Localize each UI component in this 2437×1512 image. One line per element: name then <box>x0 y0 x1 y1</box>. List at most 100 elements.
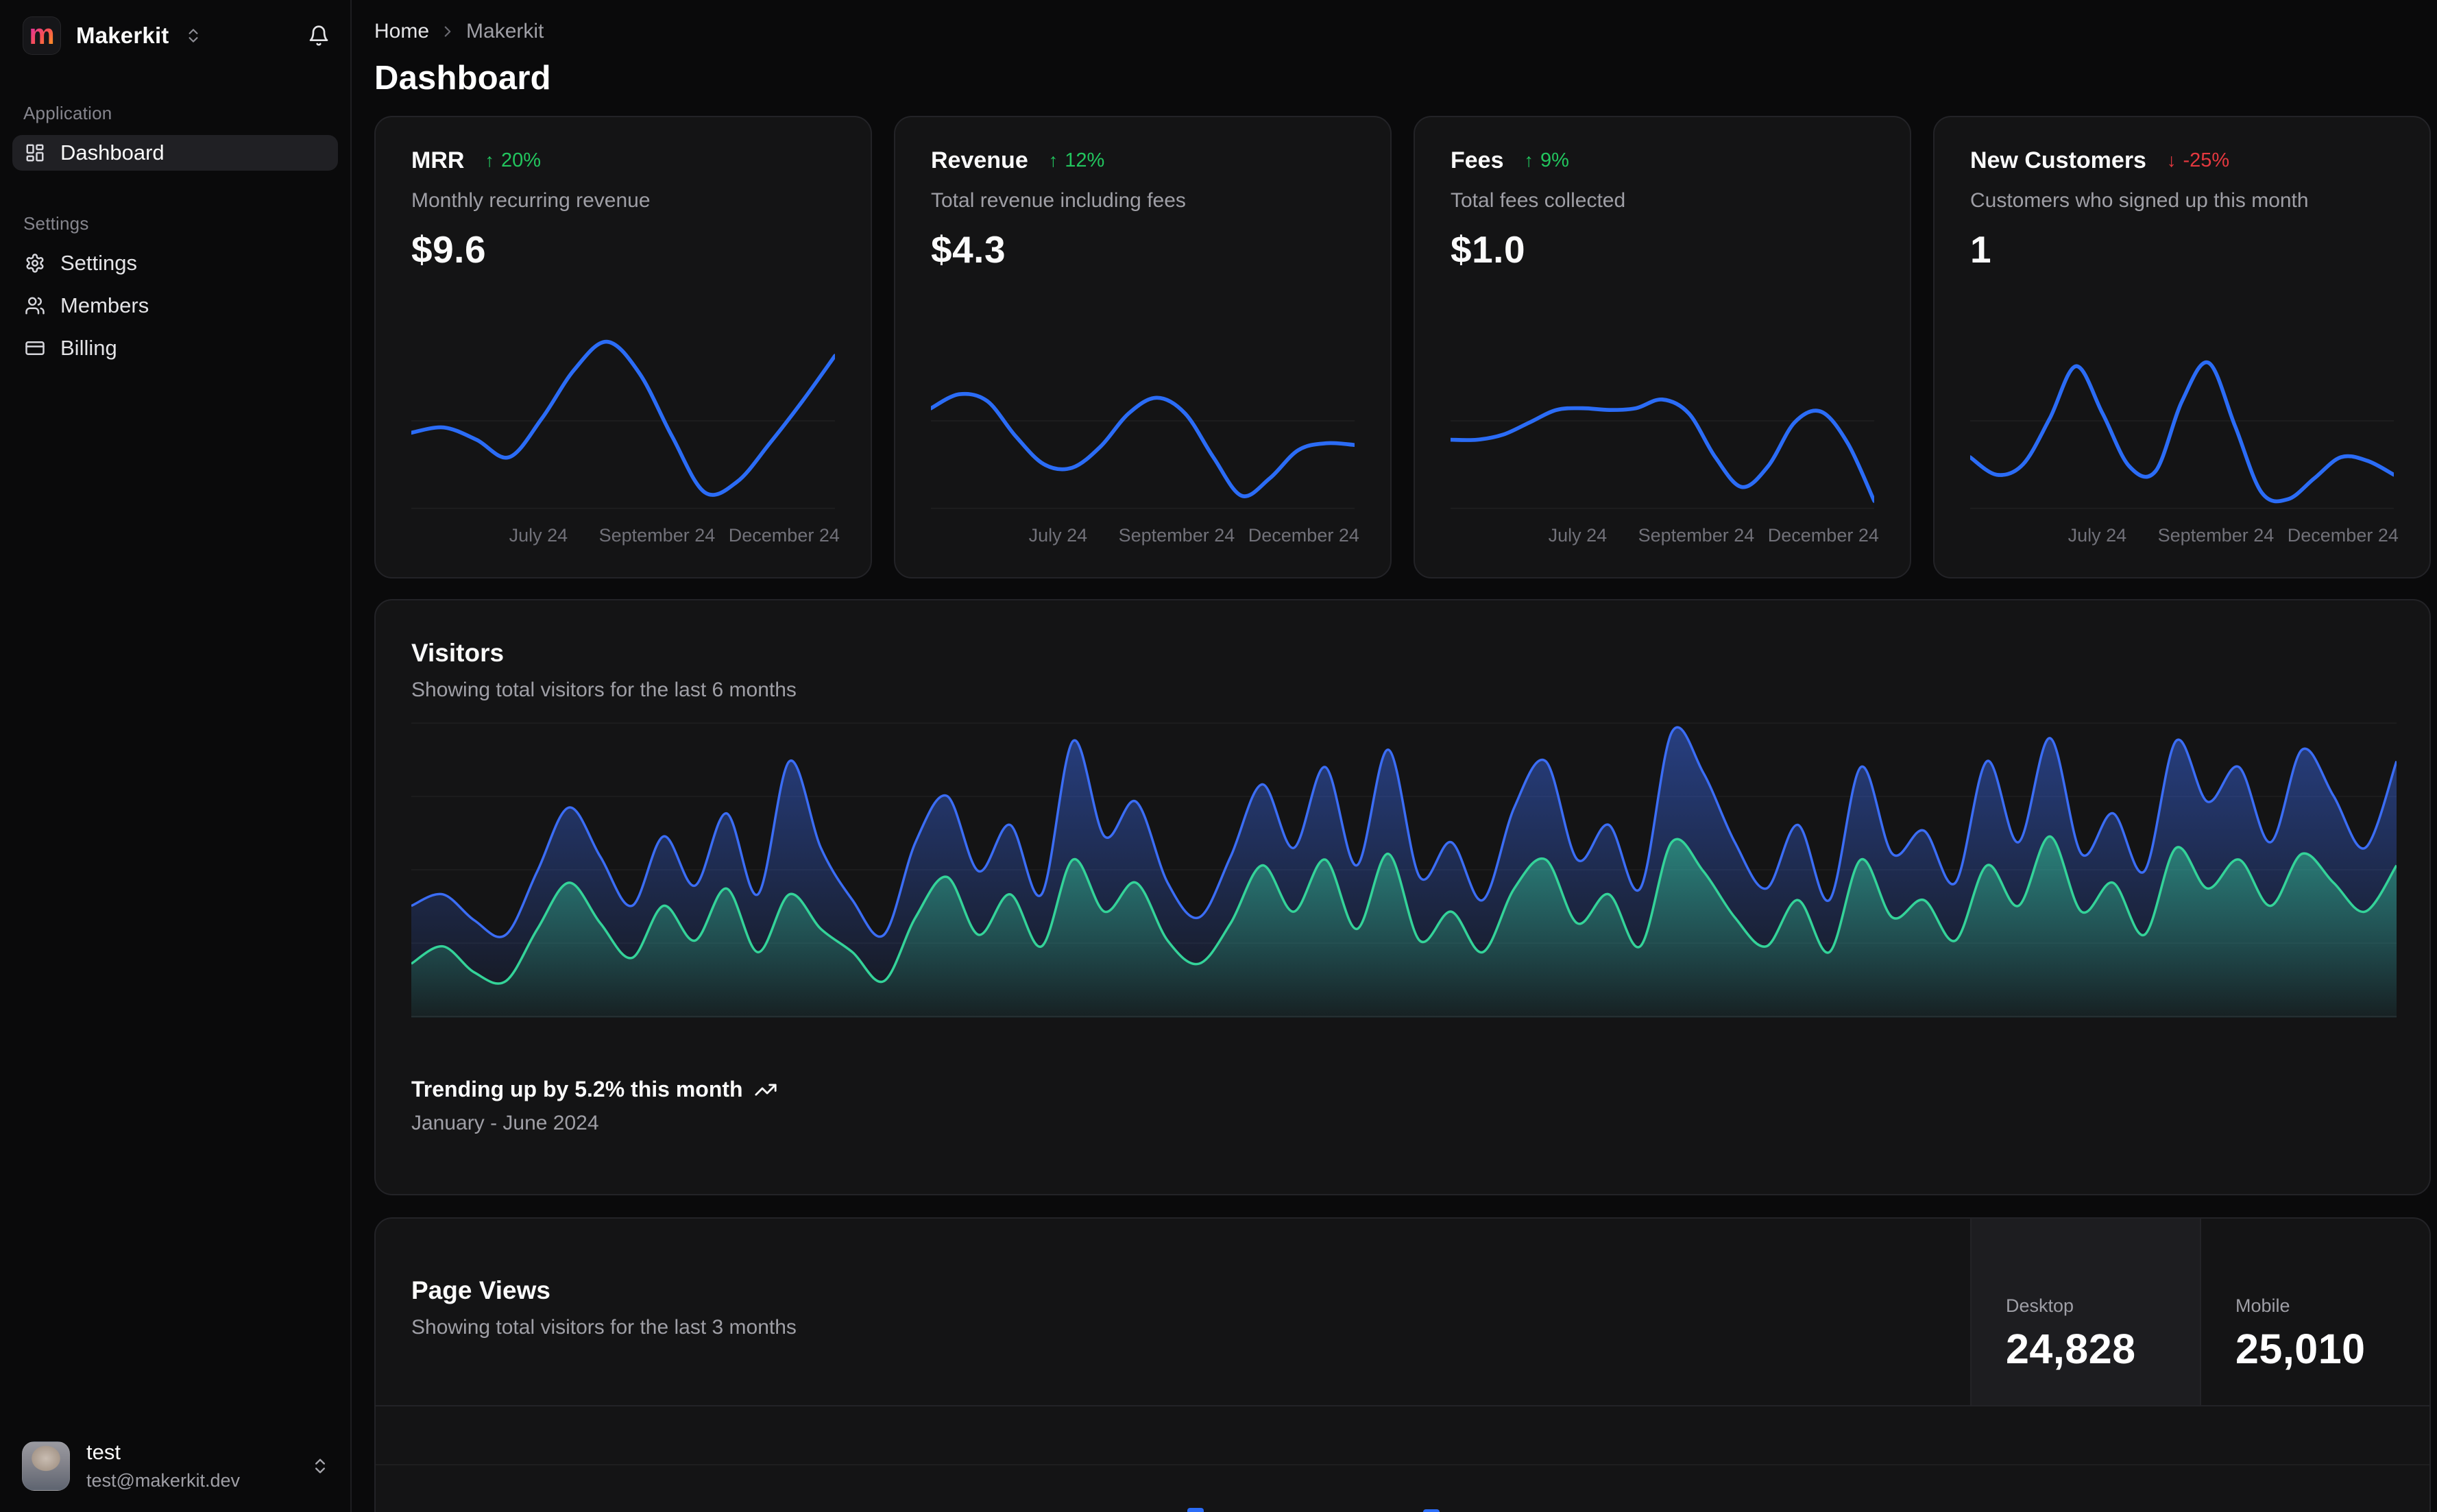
sidebar-nav: Application Dashboard Settings Settings … <box>0 71 350 373</box>
stat-subtitle: Monthly recurring revenue <box>411 189 651 212</box>
stat-title: Revenue <box>931 147 1028 173</box>
x-axis-ticks: July 24 September 24 December 24 <box>1451 525 1879 550</box>
desktop-toggle[interactable]: Desktop 24,828 <box>1970 1219 2200 1405</box>
stat-title: MRR <box>411 147 465 173</box>
page-views-card: Page Views Showing total visitors for th… <box>374 1217 2431 1512</box>
breadcrumb-home[interactable]: Home <box>374 20 429 43</box>
settings-icon <box>25 253 45 273</box>
toggle-label: Desktop <box>2006 1295 2074 1316</box>
makerkit-logo: m <box>23 16 61 55</box>
x-axis-ticks: July 24 September 24 December 24 <box>1970 525 2399 550</box>
tick-label: July 24 <box>509 525 568 546</box>
stat-title: Fees <box>1451 147 1504 173</box>
tick-label: July 24 <box>1548 525 1608 546</box>
sidebar-item-label: Settings <box>60 251 138 275</box>
visitors-subtitle: Showing total visitors for the last 6 mo… <box>411 679 797 701</box>
workspace-selector[interactable]: m Makerkit <box>23 16 202 55</box>
trend-up-icon: ↑ <box>1048 150 1058 171</box>
sidebar-item-billing[interactable]: Billing <box>12 330 338 366</box>
notifications-button[interactable] <box>308 25 330 47</box>
chevron-right-icon <box>439 23 457 40</box>
page-title: Dashboard <box>374 60 551 97</box>
trend-value: -25% <box>2183 149 2230 171</box>
sidebar-item-label: Dashboard <box>60 141 165 164</box>
stat-title: New Customers <box>1970 147 2146 173</box>
spark-chart: July 24 September 24 December 24 <box>411 326 840 550</box>
x-axis-ticks: July 24 September 24 December 24 <box>411 525 840 550</box>
page-views-bar-chart <box>376 1406 2429 1512</box>
tick-label: September 24 <box>2157 525 2275 546</box>
trend-footer: Trending up by 5.2% this month <box>411 1077 2394 1102</box>
mobile-toggle[interactable]: Mobile 25,010 <box>2200 1219 2429 1405</box>
user-email: test@makerkit.dev <box>86 1470 240 1491</box>
tick-label: December 24 <box>1767 525 1879 546</box>
sidebar-item-dashboard[interactable]: Dashboard <box>12 135 338 171</box>
user-menu[interactable]: test test@makerkit.dev <box>0 1422 350 1512</box>
bar <box>1423 1509 1440 1512</box>
trend-badge: ↓ -25% <box>2167 149 2229 172</box>
x-axis-ticks: July 24 September 24 December 24 <box>931 525 1359 550</box>
breadcrumb: Home Makerkit <box>374 19 2431 44</box>
visitors-area-chart <box>411 721 2397 1018</box>
bell-icon <box>308 25 330 47</box>
toggle-value: 24,828 <box>2006 1325 2136 1372</box>
tick-label: September 24 <box>598 525 716 546</box>
members-icon <box>25 295 45 316</box>
tick-label: December 24 <box>2287 525 2399 546</box>
trend-up-icon: ↑ <box>1524 150 1534 171</box>
spark-chart: July 24 September 24 December 24 <box>931 326 1359 550</box>
chevrons-up-down-icon <box>184 27 202 45</box>
stat-value: $9.6 <box>411 228 487 271</box>
stat-subtitle: Customers who signed up this month <box>1970 189 2309 212</box>
stat-card-new-customers: New Customers ↓ -25% Customers who signe… <box>1933 116 2431 578</box>
date-range: January - June 2024 <box>411 1112 599 1134</box>
tick-label: December 24 <box>728 525 840 546</box>
trending-up-icon <box>754 1078 777 1101</box>
stat-subtitle: Total revenue including fees <box>931 189 1186 212</box>
dashboard-icon <box>25 143 45 163</box>
page-views-header: Page Views Showing total visitors for th… <box>376 1219 2429 1406</box>
nav-section-label-application: Application <box>23 103 112 123</box>
gridline <box>376 1464 2429 1465</box>
tick-label: December 24 <box>1248 525 1359 546</box>
trend-value: 20% <box>500 149 541 171</box>
user-avatar <box>22 1441 70 1491</box>
spark-chart: July 24 September 24 December 24 <box>1970 326 2399 550</box>
nav-section-label-settings: Settings <box>23 213 89 234</box>
toggle-value: 25,010 <box>2235 1325 2366 1372</box>
stat-subtitle: Total fees collected <box>1451 189 1626 212</box>
page-views-subtitle: Showing total visitors for the last 3 mo… <box>411 1316 797 1339</box>
trend-badge: ↑ 12% <box>1049 149 1105 172</box>
page-views-title: Page Views <box>411 1276 550 1304</box>
breadcrumb-current: Makerkit <box>466 20 544 42</box>
toggle-label: Mobile <box>2235 1295 2290 1316</box>
user-meta: test test@makerkit.dev <box>86 1440 240 1491</box>
sidebar-item-settings[interactable]: Settings <box>12 245 338 281</box>
trend-value: 9% <box>1540 149 1569 171</box>
trend-down-icon: ↓ <box>2166 150 2177 171</box>
visitors-title: Visitors <box>411 639 505 667</box>
series-toggles: Desktop 24,828 Mobile 25,010 <box>1970 1219 2429 1405</box>
trend-up-icon: ↑ <box>485 150 494 171</box>
main-content: Home Makerkit Dashboard MRR ↑ 20% Monthl… <box>352 0 2437 1512</box>
spark-chart: July 24 September 24 December 24 <box>1451 326 1879 550</box>
trend-badge: ↑ 20% <box>485 149 541 172</box>
trend-badge: ↑ 9% <box>1525 149 1569 172</box>
user-name: test <box>86 1440 121 1465</box>
trend-value: 12% <box>1065 149 1105 171</box>
stat-value: $1.0 <box>1451 228 1526 271</box>
bar <box>1187 1508 1204 1512</box>
stat-value: $4.3 <box>931 228 1006 271</box>
sidebar: m Makerkit Application Dashboard Setting… <box>0 0 352 1512</box>
trend-footer-text: Trending up by 5.2% this month <box>411 1077 743 1101</box>
app-root: m Makerkit Application Dashboard Setting… <box>0 0 2437 1512</box>
stat-card-revenue: Revenue ↑ 12% Total revenue including fe… <box>894 116 1392 578</box>
tick-label: July 24 <box>2068 525 2127 546</box>
chevrons-up-down-icon <box>311 1456 330 1476</box>
tick-label: September 24 <box>1118 525 1235 546</box>
sidebar-item-label: Billing <box>60 336 117 360</box>
sidebar-item-members[interactable]: Members <box>12 288 338 324</box>
billing-icon <box>25 338 45 358</box>
workspace-name: Makerkit <box>76 23 169 48</box>
tick-label: September 24 <box>1638 525 1755 546</box>
